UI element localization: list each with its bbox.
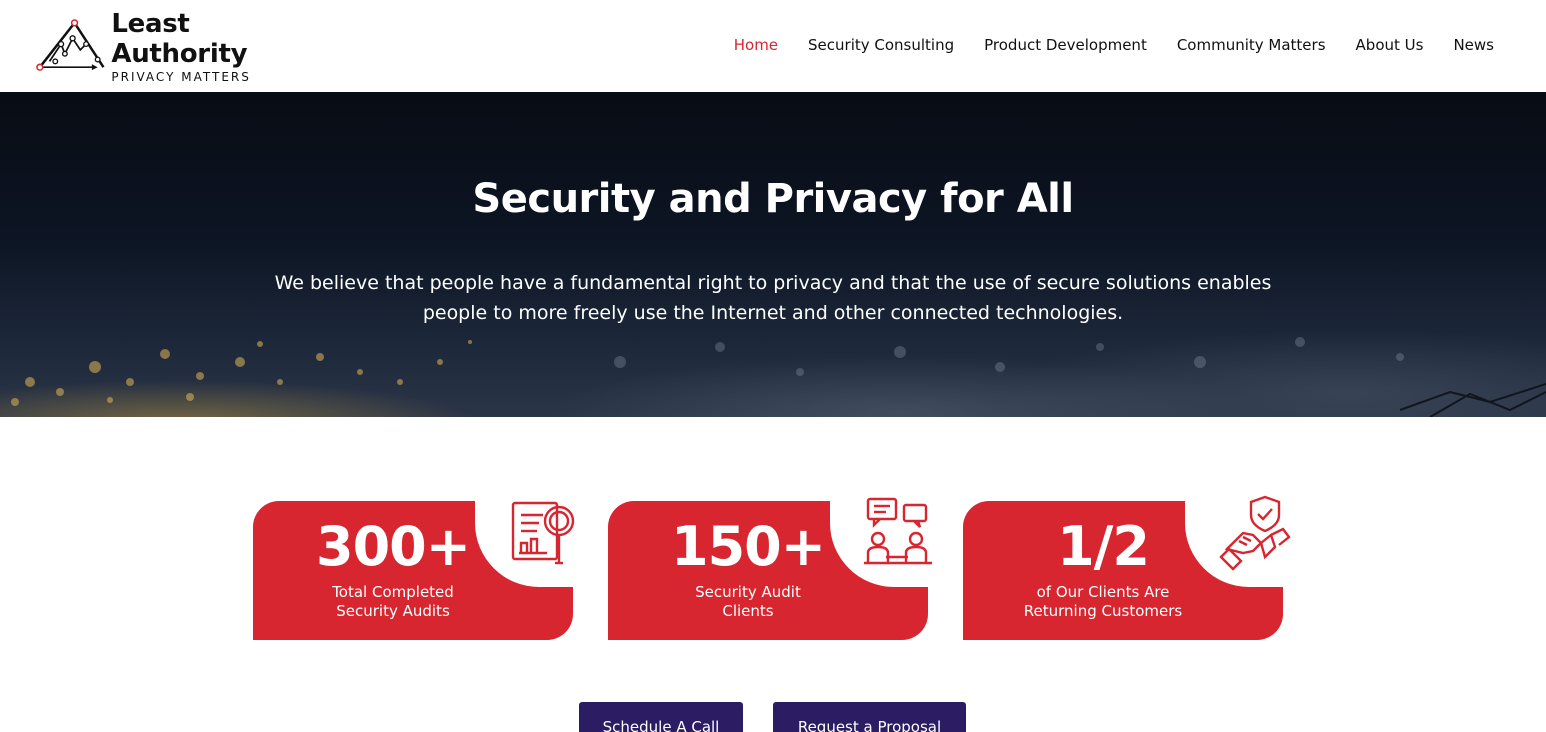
stat-label-line1: of Our Clients Are	[1036, 583, 1170, 601]
stat-card-clients: 150+ Security Audit Clients	[608, 483, 938, 640]
stat-card-returning: 1/2 of Our Clients Are Returning Custome…	[963, 483, 1293, 640]
hero-title: Security and Privacy for All	[472, 176, 1074, 222]
stat-label-line2: Clients	[722, 602, 774, 620]
hero-banner: Security and Privacy for All We believe …	[0, 92, 1546, 417]
stat-value: 300+	[316, 515, 471, 578]
stat-label: Total Completed Security Audits	[253, 583, 533, 621]
logo-text: Least Authority PRIVACY MATTERS	[111, 9, 326, 84]
stat-label-line2: Security Audits	[336, 602, 450, 620]
stat-label: of Our Clients Are Returning Customers	[963, 583, 1243, 621]
stat-label-line2: Returning Customers	[1023, 602, 1183, 620]
schedule-call-button[interactable]: Schedule A Call	[579, 702, 743, 732]
stat-value: 150+	[671, 515, 826, 578]
stat-label: Security Audit Clients	[608, 583, 888, 621]
hero-description: We believe that people have a fundamenta…	[274, 272, 1272, 324]
nav-item-security-consulting[interactable]: Security Consulting	[808, 34, 954, 56]
stat-card-audits: 300+ Total Completed Security Audits	[253, 483, 583, 640]
logo-title: Least Authority	[111, 8, 248, 69]
nav-item-news[interactable]: News	[1453, 34, 1494, 56]
main-nav: Home Security Consulting Product Develop…	[704, 34, 1494, 56]
nav-item-home[interactable]: Home	[734, 34, 778, 56]
nav-item-product-development[interactable]: Product Development	[984, 34, 1147, 56]
site-logo[interactable]: Least Authority PRIVACY MATTERS	[36, 9, 326, 84]
stat-label-line1: Total Completed	[332, 583, 454, 601]
stat-label-line1: Security Audit	[695, 583, 801, 601]
request-proposal-button[interactable]: Request a Proposal	[773, 702, 966, 732]
logo-tagline: PRIVACY MATTERS	[111, 69, 251, 84]
nav-item-community-matters[interactable]: Community Matters	[1177, 34, 1326, 56]
hero-background-image	[0, 92, 1546, 417]
bokeh-lights-decoration	[11, 337, 1546, 417]
stat-value: 1/2	[1057, 515, 1150, 578]
nav-item-about-us[interactable]: About Us	[1356, 34, 1424, 56]
network-mountain-logo-icon	[36, 19, 105, 71]
site-header: Least Authority PRIVACY MATTERS Home Sec…	[0, 0, 1546, 92]
